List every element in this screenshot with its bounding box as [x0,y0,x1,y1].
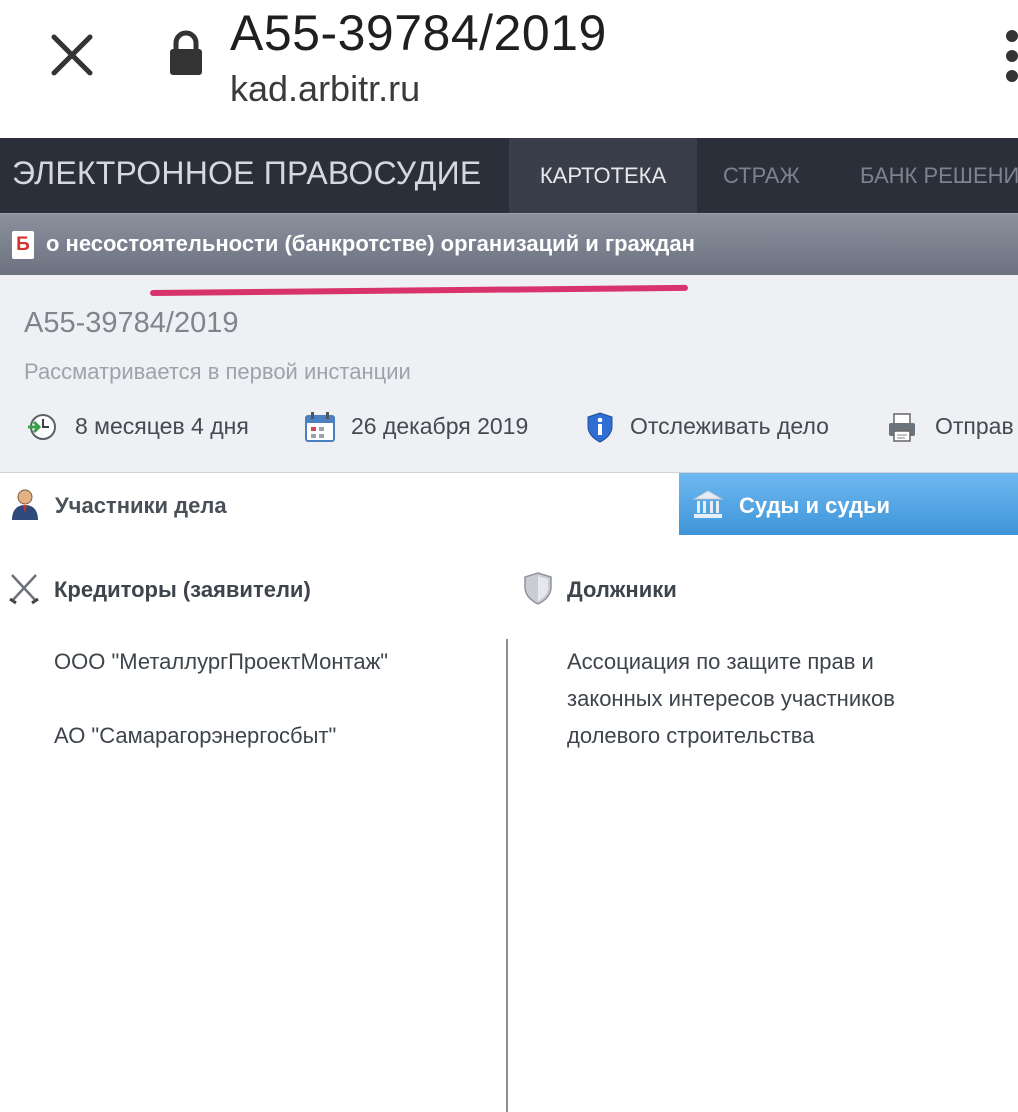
creditors-header: Кредиторы (заявители) [54,577,311,602]
creditor-item[interactable]: ООО "МеталлургПроектМонтаж" [54,649,388,675]
tab-courts-label: Суды и судьи [739,493,891,518]
debtor-item-line[interactable]: законных интересов участников [567,686,895,712]
nav-item-straj[interactable]: СТРАЖ [723,138,800,213]
printer-icon[interactable] [886,411,918,443]
debtor-item-line[interactable]: Ассоциация по защите прав и [567,649,874,675]
bankruptcy-badge-icon: Б [12,231,34,259]
debtors-header: Должники [567,577,677,602]
case-parties: Кредиторы (заявители) Должники ООО "Мета… [0,535,1018,1112]
case-number: А55-39784/2019 [24,307,239,339]
courthouse-icon [692,490,724,518]
calendar-icon [305,412,335,442]
case-date: 26 декабря 2019 [351,413,529,439]
clock-icon [28,414,56,440]
case-category-bar: Б о несостоятельности (банкротстве) орга… [0,213,1018,275]
browser-toolbar: А55-39784/2019 kad.arbitr.ru [0,0,1018,138]
creditor-item[interactable]: АО "Самарагорэнергосбыт" [54,723,336,749]
case-status: Рассматривается в первой инстанции [24,359,411,384]
lock-icon [170,30,202,75]
case-tabs: Участники дела Суды и судьи [0,473,1018,535]
case-info-panel: А55-39784/2019 Рассматривается в первой … [0,275,1018,473]
crossed-swords-icon [9,574,39,605]
nav-item-bank-resheniy[interactable]: БАНК РЕШЕНИ [860,138,1018,213]
nav-item-kartoteka[interactable]: КАРТОТЕКА [509,138,697,213]
tab-participants-label: Участники дела [55,493,227,518]
case-meta-row: 8 месяцев 4 дня 26 декабря 2019 Отслежив… [0,407,1018,447]
column-divider [506,639,508,1112]
shield-icon [524,572,552,605]
tab-participants[interactable]: Участники дела [0,473,679,535]
more-options-icon[interactable] [1000,28,1018,84]
url-domain[interactable]: kad.arbitr.ru [230,68,420,110]
shield-info-icon[interactable] [584,411,616,443]
site-logo[interactable]: ЭЛЕКТРОННОЕ ПРАВОСУДИЕ [12,155,481,192]
debtor-item-line[interactable]: долевого строительства [567,723,814,749]
case-category-title: о несостоятельности (банкротстве) органи… [46,231,695,256]
close-icon[interactable] [50,33,94,77]
track-case-link[interactable]: Отслеживать дело [630,413,829,440]
send-link[interactable]: Отправ [935,413,1014,440]
person-icon [12,489,38,520]
tab-courts[interactable]: Суды и судьи [679,473,1018,535]
case-duration: 8 месяцев 4 дня [75,413,249,439]
page-title[interactable]: А55-39784/2019 [230,4,607,62]
site-navigation: ЭЛЕКТРОННОЕ ПРАВОСУДИЕ КАРТОТЕКА СТРАЖ Б… [0,138,1018,213]
